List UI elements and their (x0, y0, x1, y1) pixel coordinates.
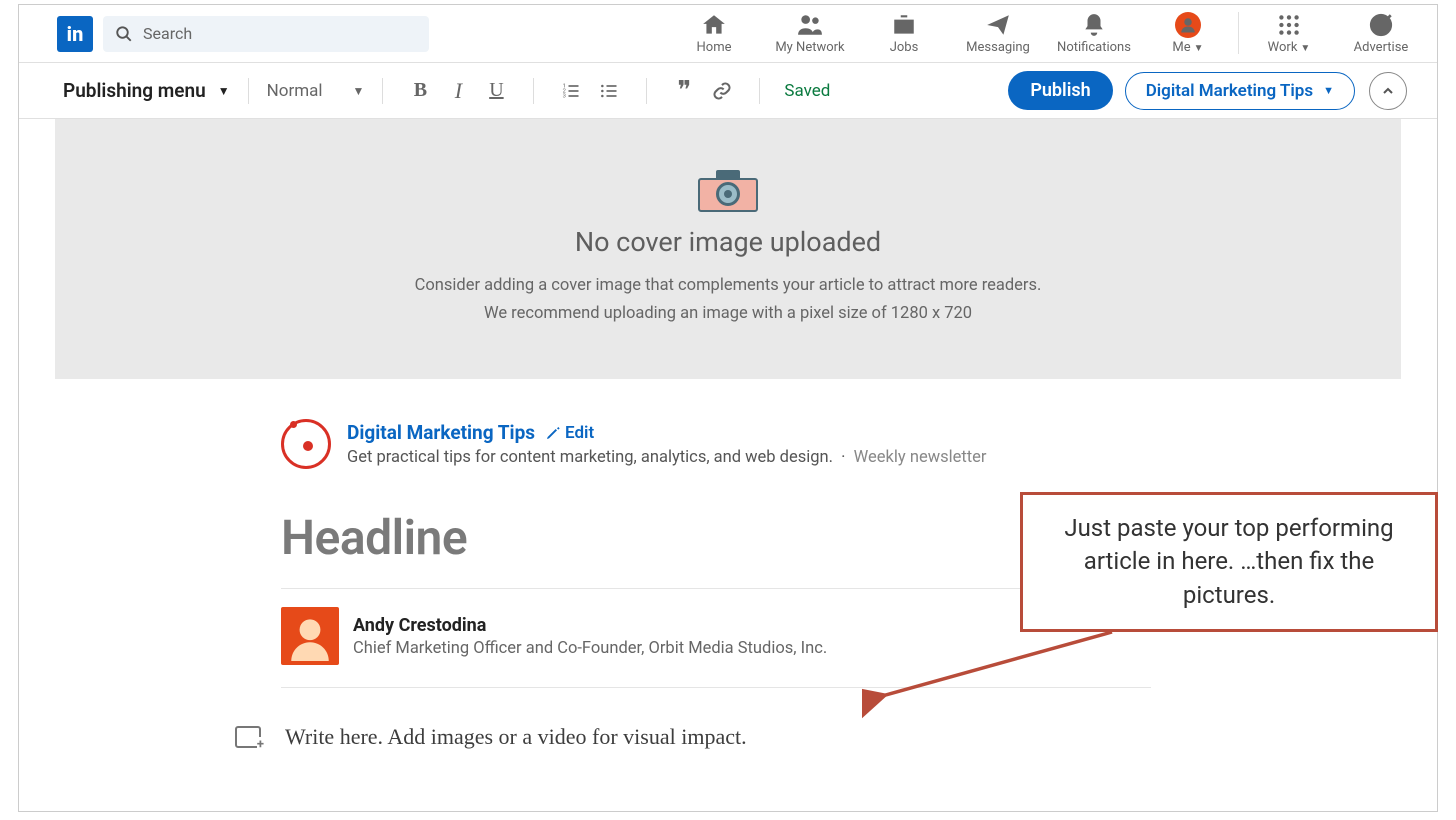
bold-button[interactable]: B (405, 76, 435, 106)
top-nav: in Search Home My Network Jobs Messaging (19, 5, 1437, 63)
author-name: Andy Crestodina (353, 615, 827, 636)
annotation-callout: Just paste your top performing article i… (1020, 492, 1438, 632)
camera-icon (698, 170, 758, 212)
article-body-input[interactable]: Write here. Add images or a video for vi… (285, 724, 747, 750)
search-icon (115, 25, 133, 43)
publish-button[interactable]: Publish (1008, 71, 1112, 110)
people-icon (797, 12, 823, 38)
link-icon (712, 81, 732, 101)
newsletter-description: Get practical tips for content marketing… (347, 448, 987, 467)
unordered-list-button[interactable] (594, 76, 624, 106)
home-icon (701, 12, 727, 38)
svg-text:3: 3 (563, 93, 566, 99)
newsletter-logo (281, 419, 331, 469)
save-status: Saved (784, 81, 830, 101)
grid-icon (1276, 12, 1302, 38)
newsletter-name-link[interactable]: Digital Marketing Tips (347, 421, 535, 444)
newsletter-selector[interactable]: Digital Marketing Tips▼ (1125, 72, 1355, 110)
underline-button[interactable]: U (481, 76, 511, 106)
collapse-toolbar-button[interactable] (1369, 72, 1407, 110)
search-input[interactable]: Search (103, 16, 429, 52)
link-button[interactable] (707, 76, 737, 106)
cover-description: Consider adding a cover image that compl… (415, 272, 1042, 328)
author-avatar (281, 607, 339, 665)
avatar-icon (1175, 12, 1201, 38)
author-title: Chief Marketing Officer and Co-Founder, … (353, 639, 827, 658)
add-media-button[interactable] (235, 726, 261, 748)
nav-work[interactable]: Work▼ (1243, 12, 1335, 55)
publishing-menu-dropdown[interactable]: Publishing menu▼ (63, 79, 230, 102)
search-placeholder: Search (143, 24, 192, 43)
target-icon (1368, 12, 1394, 38)
unordered-list-icon (599, 81, 619, 101)
nav-separator (1238, 12, 1239, 54)
briefcase-icon (891, 12, 917, 38)
cover-title: No cover image uploaded (575, 226, 881, 258)
nav-network[interactable]: My Network (762, 12, 858, 55)
nav-me[interactable]: Me▼ (1142, 12, 1234, 55)
nav-notifications[interactable]: Notifications (1046, 12, 1142, 55)
nav-messaging[interactable]: Messaging (950, 12, 1046, 55)
nav-advertise[interactable]: Advertise (1335, 12, 1427, 55)
newsletter-header: Digital Marketing Tips Edit Get practica… (281, 419, 1151, 469)
nav-home[interactable]: Home (666, 12, 762, 55)
annotation-arrow (862, 620, 1142, 720)
chevron-up-icon (1380, 83, 1396, 99)
bell-icon (1081, 12, 1107, 38)
ordered-list-button[interactable]: 123 (556, 76, 586, 106)
pencil-icon (545, 425, 561, 441)
italic-button[interactable]: I (443, 76, 473, 106)
edit-newsletter-button[interactable]: Edit (545, 423, 594, 443)
cover-image-upload[interactable]: No cover image uploaded Consider adding … (55, 119, 1401, 379)
linkedin-logo[interactable]: in (57, 16, 93, 52)
send-icon (985, 12, 1011, 38)
nav-jobs[interactable]: Jobs (858, 12, 950, 55)
blockquote-button[interactable]: ❞ (669, 76, 699, 106)
text-style-dropdown[interactable]: Normal▼ (267, 81, 365, 101)
ordered-list-icon: 123 (561, 81, 581, 101)
editor-toolbar: Publishing menu▼ Normal▼ B I U 123 ❞ Sav… (19, 63, 1437, 119)
